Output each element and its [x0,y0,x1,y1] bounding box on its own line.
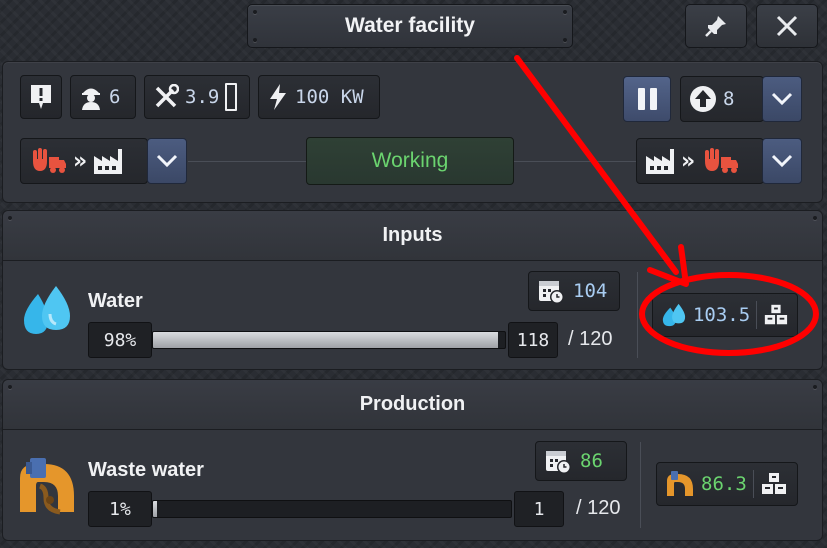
info-button[interactable] [20,75,62,119]
water-scheduled-chip[interactable]: 104 [528,271,620,311]
water-fill-bar-level [153,332,498,348]
calendar-clock-icon [546,451,571,474]
water-drops-icon [662,303,686,327]
inputs-divider [637,272,638,358]
water-scheduled-value: 104 [573,280,608,302]
maintenance-value: 3.9 [185,86,220,108]
status-text: Working [371,149,449,172]
stop-truck-icon [33,148,66,173]
waste-water-rate-value: 86.3 [701,473,747,495]
water-percent: 98% [88,322,152,358]
connector-line-left [188,161,306,162]
upgrade-arrow-icon [690,86,716,112]
output-logistics-dropdown-button[interactable] [762,138,802,184]
production-heading: Production [3,380,822,430]
input-logistics-chip[interactable]: » [20,138,148,184]
production-heading-text: Production [359,393,466,415]
water-stored: 118 [508,322,558,358]
chevron-down-icon [156,154,178,168]
chevron-down-icon [771,92,793,106]
water-stored-text: 118 [516,329,550,351]
window-title: Water facility [247,4,573,48]
pause-icon [637,88,657,110]
close-icon [776,15,798,37]
workers-value: 6 [109,86,121,108]
waste-water-percent-text: 1% [109,498,131,520]
tools-icon [155,84,179,108]
info-icon [31,85,51,109]
pin-icon [705,16,726,37]
waste-water-stored-text: 1 [533,498,545,520]
priority-dropdown-button[interactable] [762,76,802,122]
close-button[interactable] [756,4,818,48]
rate-separator [756,301,758,329]
waste-water-pipe-icon [20,458,74,515]
rate-separator [752,470,754,498]
waste-water-capacity: / 120 [576,497,621,519]
storage-boxes-icon [764,304,788,325]
water-rate-chip[interactable]: 103.5 [652,293,798,337]
status-indicator: Working [306,137,514,185]
waste-water-stored: 1 [514,491,564,527]
workers-chip[interactable]: 6 [70,75,136,119]
maintenance-gauge [225,83,238,111]
double-chevron-icon: » [73,148,88,174]
waste-water-percent: 1% [88,491,152,527]
pause-button[interactable] [623,76,671,122]
output-logistics-chip[interactable]: » [636,138,764,184]
worker-icon [82,88,100,110]
waste-water-pipe-icon [667,471,693,496]
water-capacity: / 120 [568,328,613,350]
water-drops-icon [24,286,70,334]
window-title-text: Water facility [345,14,475,37]
water-fill-bar [152,331,506,349]
inputs-heading: Inputs [3,211,822,261]
priority-value: 8 [723,88,735,110]
waste-water-rate-chip[interactable]: 86.3 [656,462,798,506]
power-chip[interactable]: 100 KW [258,75,380,119]
storage-boxes-icon [761,473,786,494]
waste-water-label: Waste water [88,459,204,481]
water-percent-text: 98% [103,329,137,351]
lightning-icon [270,84,286,110]
double-chevron-icon: » [681,148,696,174]
maintenance-chip[interactable]: 3.9 [144,75,250,119]
connector-line-right [514,161,636,162]
chevron-down-icon [771,154,793,168]
water-rate-value: 103.5 [692,304,751,326]
factory-icon [646,149,674,174]
priority-chip[interactable]: 8 [680,76,764,122]
input-logistics-dropdown-button[interactable] [147,138,187,184]
waste-water-fill-bar [152,500,512,518]
calendar-clock-icon [539,281,564,304]
waste-water-scheduled-chip[interactable]: 86 [535,441,627,481]
waste-water-fill-bar-level [153,501,157,517]
water-label: Water [88,290,143,312]
waste-water-scheduled-value: 86 [580,450,603,472]
inputs-heading-text: Inputs [382,224,443,246]
factory-icon [94,149,123,174]
pin-button[interactable] [685,4,747,48]
stop-truck-icon [705,148,739,173]
production-divider [640,442,641,528]
power-value: 100 KW [295,86,364,108]
